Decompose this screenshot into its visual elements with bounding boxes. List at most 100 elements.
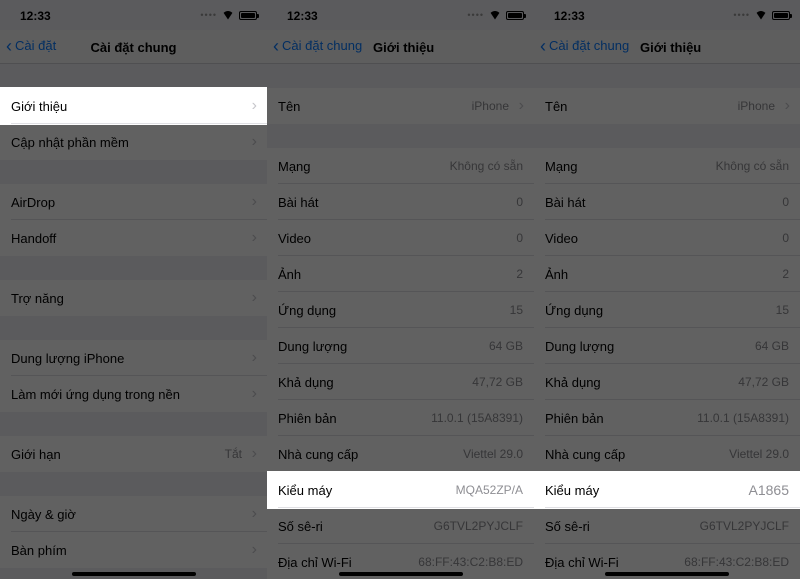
row-label: Mạng — [278, 158, 311, 174]
row-value: Viettel 29.0 — [463, 447, 523, 461]
chevron-right-icon: › — [518, 97, 524, 114]
row-label: Giới thiệu — [11, 98, 68, 114]
chevron-right-icon: › — [251, 445, 257, 462]
row-value: 0 — [782, 231, 789, 245]
status-bar: 12:33 •••• — [0, 0, 267, 30]
list-item[interactable]: Giới hạn Tắt › — [0, 436, 267, 472]
row-label: Bàn phím — [11, 542, 67, 558]
chevron-right-icon: › — [251, 229, 257, 246]
row-label: Mạng — [545, 158, 578, 174]
row-value: A1865 — [748, 482, 789, 498]
status-time: 12:33 — [20, 9, 51, 23]
row-value: 47,72 GB — [738, 375, 789, 389]
info-row: Video 0 — [534, 220, 800, 256]
status-bar: 12:33 •••• — [267, 0, 534, 30]
info-row: Số sê-ri G6TVL2PYJCLF — [534, 508, 800, 544]
row-value: Viettel 29.0 — [729, 447, 789, 461]
info-row: Nhà cung cấp Viettel 29.0 — [267, 436, 534, 472]
home-indicator — [605, 572, 729, 576]
info-row: Dung lượng 64 GB — [267, 328, 534, 364]
row-value: G6TVL2PYJCLF — [433, 519, 523, 533]
row-value: MQA52ZP/A — [455, 483, 523, 497]
chevron-right-icon: › — [251, 133, 257, 150]
list-item[interactable]: Handoff › — [0, 220, 267, 256]
row-value: 68:FF:43:C2:B8:ED — [418, 555, 523, 569]
row-label: Ảnh — [278, 266, 302, 282]
info-row: Phiên bản 11.0.1 (15A8391) — [267, 400, 534, 436]
about-list: Tên iPhone › Mạng Không có sẵn Bài hát 0 Video 0… — [267, 64, 534, 579]
info-row: Bài hát 0 — [267, 184, 534, 220]
row-label: Ứng dụng — [278, 302, 337, 318]
row-label: Dung lượng — [278, 338, 348, 354]
battery-icon — [239, 10, 259, 20]
nav-bar: ‹ Cài đặt Cài đặt chung — [0, 30, 267, 64]
row-label: Trợ năng — [11, 290, 64, 306]
row-value: 2 — [782, 267, 789, 281]
row-value: Tắt — [224, 447, 242, 461]
about-list: Tên iPhone › Mạng Không có sẵn Bài hát 0 Video 0… — [534, 64, 800, 579]
row-label: Giới hạn — [11, 446, 61, 462]
row-label: Ứng dụng — [545, 302, 604, 318]
chevron-right-icon: › — [251, 289, 257, 306]
info-row: Dung lượng 64 GB — [534, 328, 800, 364]
battery-icon — [506, 10, 526, 20]
info-row: Ứng dụng 15 — [534, 292, 800, 328]
info-row: Phiên bản 11.0.1 (15A8391) — [534, 400, 800, 436]
row-value: 0 — [516, 195, 523, 209]
info-row[interactable]: Tên iPhone › — [534, 88, 800, 124]
row-label: Tên — [545, 98, 568, 114]
row-label: Nhà cung cấp — [278, 446, 359, 462]
chevron-left-icon: ‹ — [273, 35, 279, 56]
row-value: 2 — [516, 267, 523, 281]
chevron-right-icon: › — [251, 505, 257, 522]
row-value: G6TVL2PYJCLF — [699, 519, 789, 533]
info-row: Khả dụng 47,72 GB — [534, 364, 800, 400]
row-value: 0 — [516, 231, 523, 245]
info-row: Ảnh 2 — [534, 256, 800, 292]
row-label: Video — [278, 230, 312, 246]
wifi-icon — [222, 11, 234, 20]
row-label: Tên — [278, 98, 301, 114]
row-label: Làm mới ứng dụng trong nền — [11, 386, 180, 402]
page-title: Giới thiệu — [373, 40, 435, 55]
row-value: Không có sẵn — [715, 159, 789, 173]
row-label: Video — [545, 230, 579, 246]
row-value: Không có sẵn — [449, 159, 523, 173]
signal-icon: •••• — [733, 10, 750, 20]
list-item[interactable]: AirDrop › — [0, 184, 267, 220]
back-button[interactable]: ‹ Cài đặt chung — [540, 35, 629, 56]
list-item[interactable]: Giới thiệu › — [0, 88, 267, 124]
row-label: Kiểu máy — [545, 482, 600, 498]
row-label: Ảnh — [545, 266, 569, 282]
list-item[interactable]: Dung lượng iPhone › — [0, 340, 267, 376]
row-label: Địa chỉ Wi-Fi — [545, 554, 619, 570]
list-item[interactable]: Cập nhật phần mềm › — [0, 124, 267, 160]
row-label: Phiên bản — [545, 410, 604, 426]
page-title: Giới thiệu — [640, 40, 702, 55]
battery-icon — [772, 10, 792, 20]
info-row: Bài hát 0 — [534, 184, 800, 220]
chevron-left-icon: ‹ — [540, 35, 546, 56]
back-button[interactable]: ‹ Cài đặt chung — [273, 35, 362, 56]
list-item[interactable]: Ngày & giờ › — [0, 496, 267, 532]
row-label: Dung lượng iPhone — [11, 350, 125, 366]
chevron-right-icon: › — [251, 541, 257, 558]
list-item[interactable]: Bàn phím › — [0, 532, 267, 568]
info-row[interactable]: Tên iPhone › — [267, 88, 534, 124]
row-value: 64 GB — [754, 339, 789, 353]
row-label: Khả dụng — [278, 374, 334, 390]
info-row: Kiểu máy MQA52ZP/A — [267, 472, 534, 508]
row-value: iPhone — [471, 99, 509, 113]
list-item[interactable]: Trợ năng › — [0, 280, 267, 316]
row-label: Dung lượng — [545, 338, 615, 354]
row-value: 68:FF:43:C2:B8:ED — [684, 555, 789, 569]
row-label: Phiên bản — [278, 410, 337, 426]
row-value: iPhone — [737, 99, 775, 113]
home-indicator — [71, 572, 196, 576]
row-label: Khả dụng — [545, 374, 601, 390]
list-item[interactable]: Làm mới ứng dụng trong nền › — [0, 376, 267, 412]
row-value: 15 — [775, 303, 789, 317]
row-value: 47,72 GB — [472, 375, 523, 389]
info-row: Video 0 — [267, 220, 534, 256]
settings-list: Giới thiệu › Cập nhật phần mềm › AirDrop › Han… — [0, 64, 267, 568]
